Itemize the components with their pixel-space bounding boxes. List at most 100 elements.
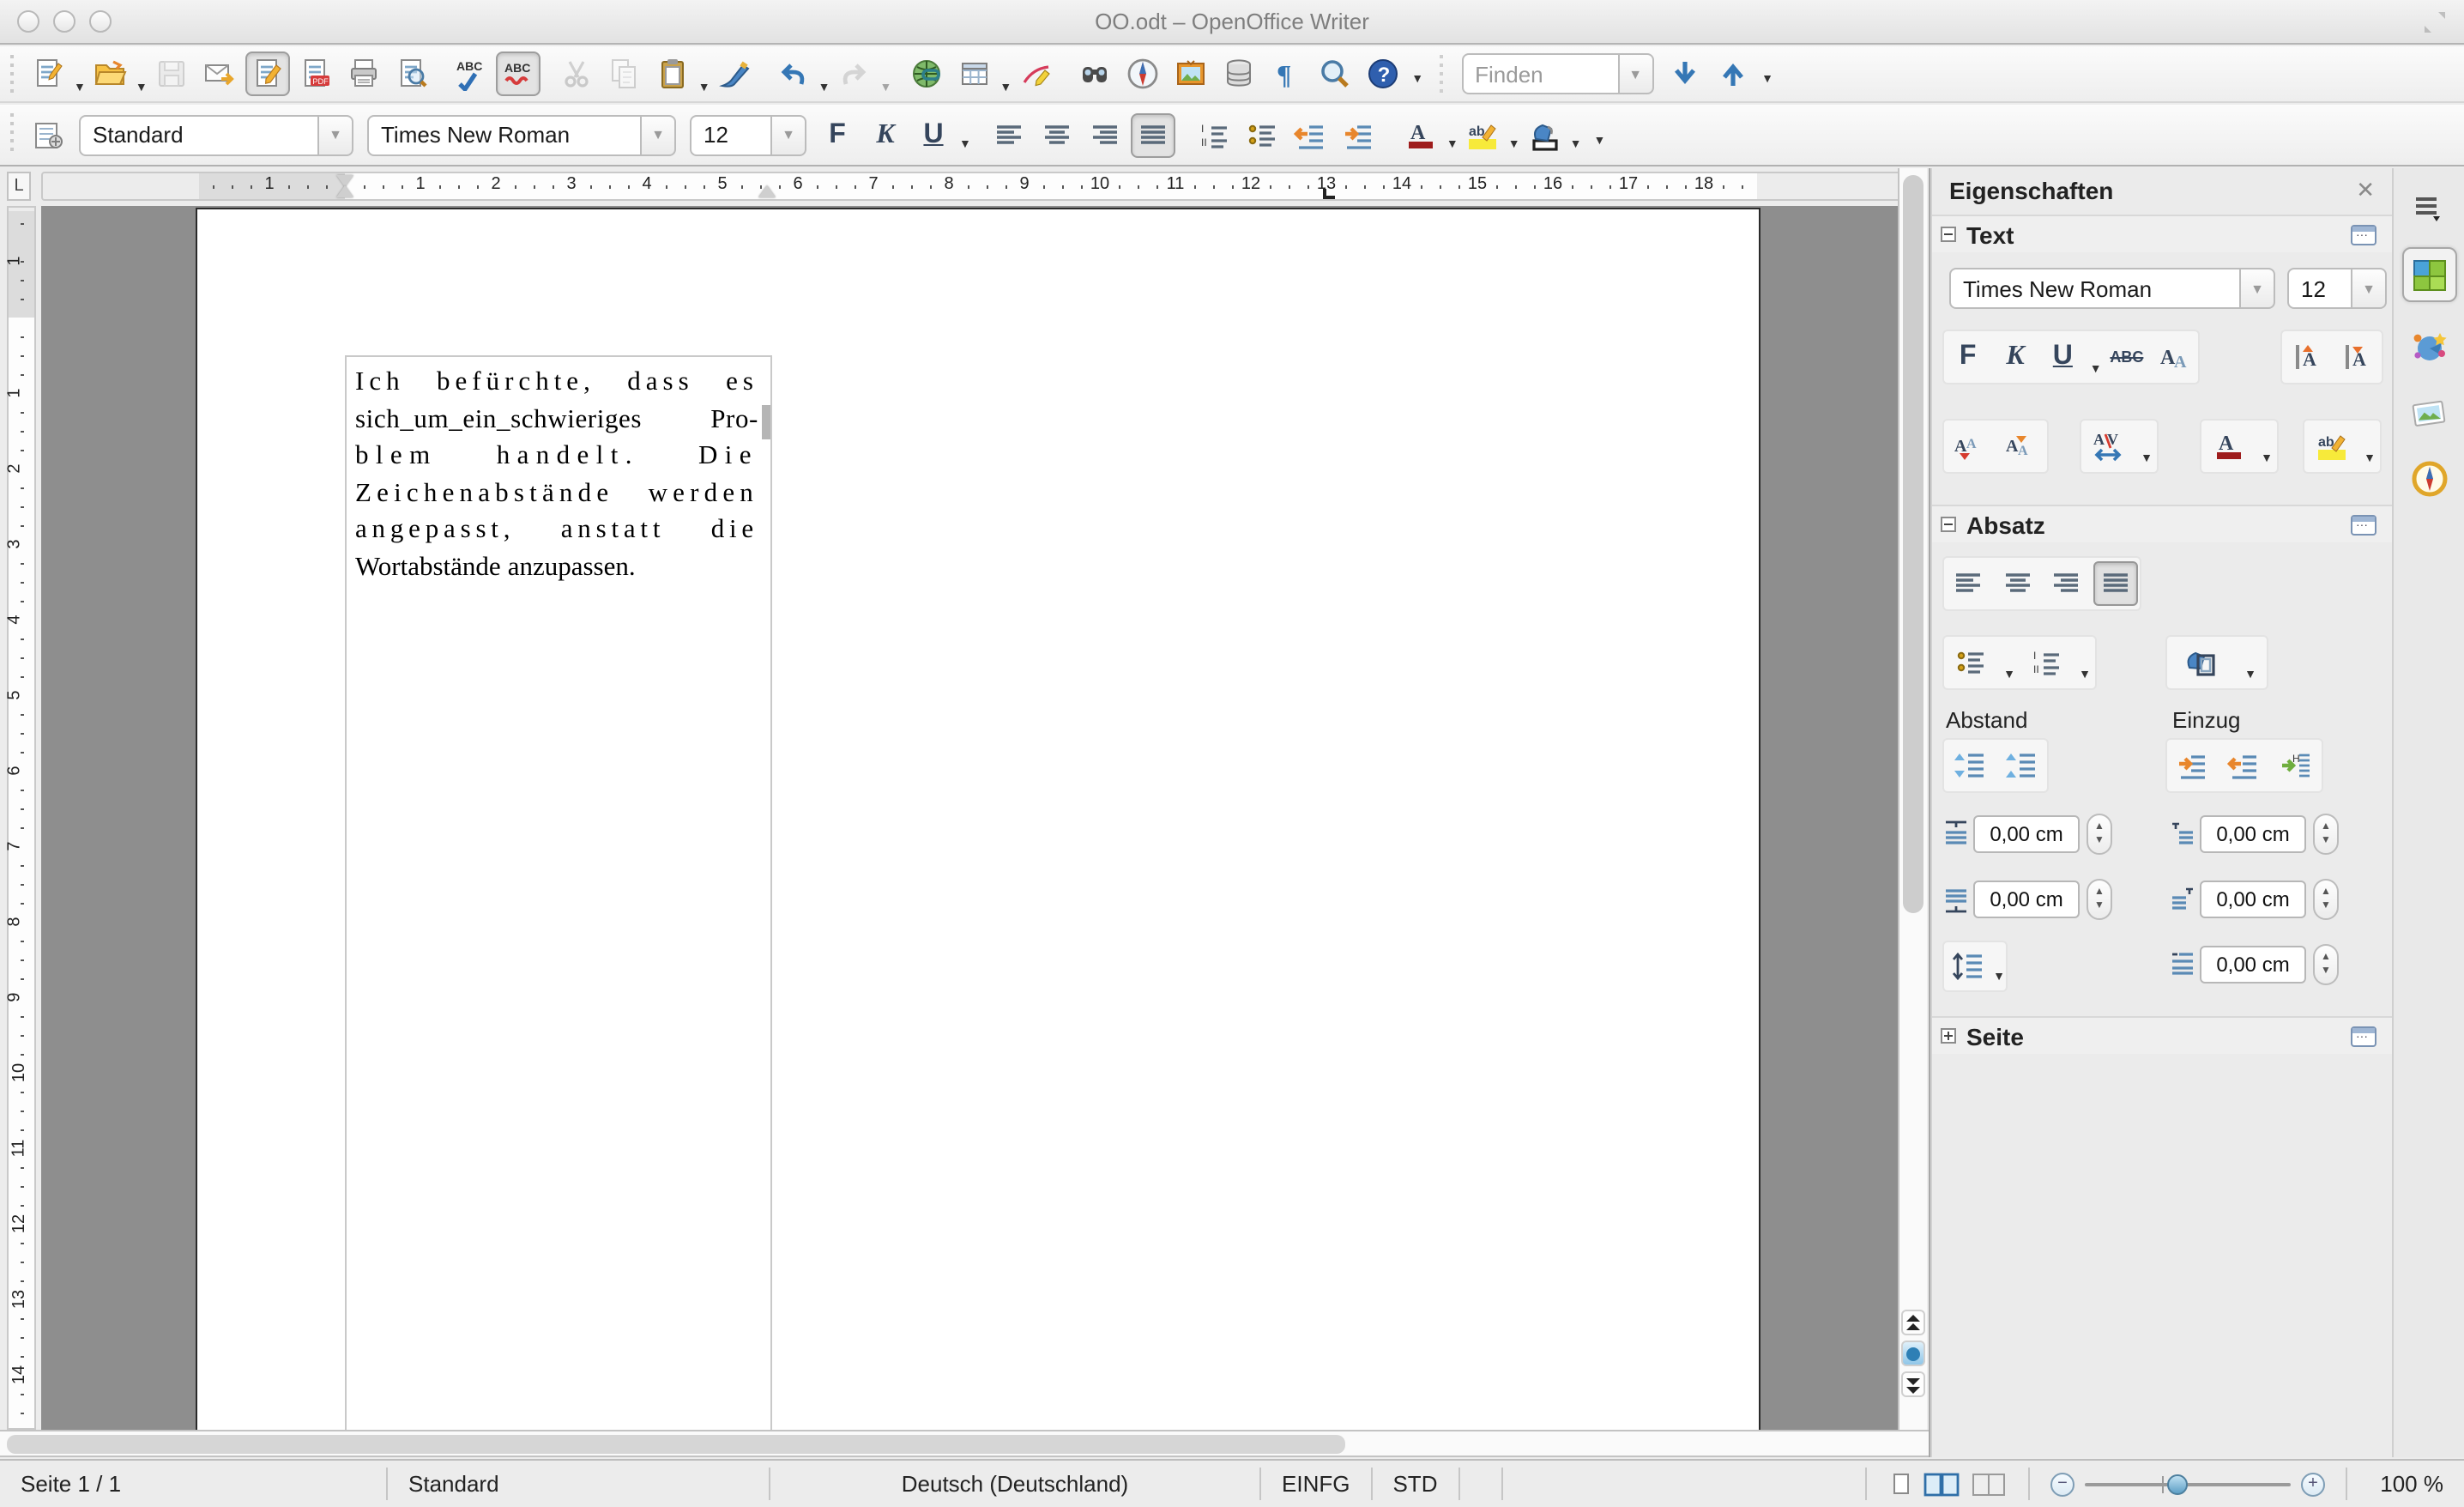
vertical-scrollbar[interactable] (1898, 168, 1927, 1430)
paragraph-style-combobox[interactable]: Standard ▼ (79, 114, 353, 155)
gallery-button[interactable] (1168, 51, 1212, 96)
indent-before-spinner[interactable]: ▲ ▼ (2313, 814, 2339, 855)
font-name-value[interactable]: Times New Roman (367, 114, 642, 155)
multi-page-view-icon[interactable] (1923, 1470, 1961, 1498)
align-justify-button[interactable] (1130, 112, 1175, 157)
sidebar-font-name-value[interactable]: Times New Roman (1949, 268, 2241, 309)
font-size-dropdown-icon[interactable]: ▼ (772, 114, 806, 155)
single-page-view-icon[interactable] (1887, 1470, 1915, 1498)
left-indent-marker[interactable] (336, 185, 353, 197)
ruler-corner-tab-type[interactable]: L (7, 172, 31, 201)
align-right-button[interactable] (2044, 561, 2089, 606)
dropdown-arrow-icon[interactable]: ▼ (1446, 138, 1458, 157)
horizontal-scrollbar[interactable] (0, 1430, 1929, 1457)
underline-button[interactable]: U (911, 112, 956, 157)
dropdown-arrow-icon[interactable]: ▼ (74, 82, 86, 101)
indent-after-spinner[interactable]: ▲ ▼ (2313, 879, 2339, 920)
numbered-list-button[interactable]: I II (1193, 112, 1237, 157)
decrease-spacing-button[interactable] (1999, 743, 2044, 788)
increase-spacing-button[interactable] (1948, 743, 1992, 788)
horizontal-ruler[interactable]: 1 1 2 3 4 5 6 7 8 9 10 11 12 13 14 15 16 17 18 (41, 172, 1901, 201)
navigator-button[interactable] (1120, 51, 1164, 96)
dropdown-arrow-icon[interactable]: ▼ (999, 82, 1012, 101)
vertical-ruler[interactable]: 1 1 2 3 4 5 6 7 8 9 10 11 12 13 14 (6, 206, 36, 1430)
dropdown-arrow-icon[interactable]: ▼ (880, 82, 892, 101)
switch-indent-button[interactable]: H (2274, 743, 2318, 788)
first-line-indent-input[interactable]: 0,00 cm (2200, 946, 2306, 983)
text-line[interactable]: Ich befürchte, dass es (355, 367, 758, 404)
zoom-out-icon[interactable]: − (2050, 1472, 2074, 1496)
decrease-font-size-button[interactable]: A (2334, 335, 2379, 379)
horizontal-scrollbar-thumb[interactable] (7, 1435, 1345, 1454)
toolbar-overflow-icon[interactable]: ▼ (1594, 135, 1606, 154)
toolbar-grip[interactable] (7, 54, 19, 94)
font-name-combobox[interactable]: Times New Roman ▼ (367, 114, 676, 155)
zoom-slider-thumb[interactable] (2167, 1474, 2188, 1494)
highlighting-button[interactable]: ab (1460, 112, 1505, 157)
language-status[interactable]: Deutsch (Deutschland) (770, 1461, 1259, 1507)
insert-mode-status[interactable]: EINFG (1261, 1461, 1370, 1507)
toolbar-overflow-icon[interactable]: ▼ (1411, 74, 1423, 93)
align-justify-button[interactable] (2093, 561, 2138, 606)
zoom-in-icon[interactable]: + (2301, 1472, 2325, 1496)
line-spacing-button[interactable] (1945, 944, 1990, 989)
sidebar-font-size-value[interactable]: 12 (2287, 268, 2352, 309)
lowercase-button[interactable]: AA (1999, 424, 2044, 469)
zoom-percentage[interactable]: 100 % (2347, 1461, 2464, 1507)
dropdown-arrow-icon[interactable]: ▼ (2003, 669, 2015, 688)
italic-button[interactable]: K (863, 112, 908, 157)
edit-file-button[interactable] (245, 51, 290, 96)
print-button[interactable] (341, 51, 386, 96)
collapse-icon[interactable] (1941, 517, 1956, 532)
paragraph-dialog-launcher-icon[interactable] (2351, 514, 2376, 535)
export-pdf-button[interactable]: PDF (293, 51, 338, 96)
increase-indent-button[interactable] (2171, 743, 2215, 788)
dropdown-arrow-icon[interactable]: ▼ (1993, 971, 2005, 990)
paragraph-style-dropdown-icon[interactable]: ▼ (319, 114, 353, 155)
sidebar-font-name-dropdown-icon[interactable]: ▼ (2241, 268, 2275, 309)
dropdown-arrow-icon[interactable]: ▼ (2244, 669, 2256, 688)
paragraph-text[interactable]: Ich befürchte, dass es sich_um_ein_schwierig… (355, 367, 758, 589)
zoom-button[interactable] (1312, 51, 1356, 96)
open-button[interactable] (88, 51, 132, 96)
increase-indent-button[interactable] (1337, 112, 1381, 157)
properties-deck-icon[interactable] (2402, 247, 2457, 302)
section-header-page[interactable]: Seite (1932, 1016, 2392, 1054)
numbered-list-button[interactable]: I II (2024, 640, 2068, 685)
sidebar-menu-icon[interactable] (2402, 182, 2457, 237)
email-document-button[interactable] (197, 51, 242, 96)
collapse-icon[interactable] (1941, 227, 1956, 242)
text-line[interactable]: Wortabstände anzupassen. (355, 552, 758, 589)
align-center-button[interactable] (1996, 561, 2040, 606)
gallery-deck-icon[interactable] (2402, 386, 2457, 441)
tab-stop-marker[interactable] (1323, 189, 1335, 199)
fullscreen-grip-icon[interactable] (2423, 10, 2447, 34)
section-header-text[interactable]: Text (1932, 215, 2392, 252)
page-style-status[interactable]: Standard (388, 1461, 769, 1507)
navigator-deck-icon[interactable] (2402, 451, 2457, 506)
decrease-indent-button[interactable] (2222, 743, 2267, 788)
above-spacing-spinner[interactable]: ▲ ▼ (2087, 814, 2112, 855)
font-size-combobox[interactable]: 12 ▼ (690, 114, 806, 155)
toolbar-grip[interactable] (7, 113, 19, 156)
find-toolbar-overflow-icon[interactable]: ▼ (1761, 74, 1773, 93)
selection-mode-status[interactable]: STD (1372, 1461, 1458, 1507)
change-case-button[interactable]: AA (2152, 335, 2196, 379)
find-replace-button[interactable] (1072, 51, 1116, 96)
draw-functions-button[interactable] (1013, 51, 1058, 96)
text-line[interactable]: blem handelt. Die (355, 441, 758, 478)
text-line[interactable]: angepasst, anstatt die (355, 515, 758, 552)
page-number-status[interactable]: Seite 1 / 1 (0, 1461, 386, 1507)
section-header-paragraph[interactable]: Absatz (1932, 505, 2392, 542)
font-size-value[interactable]: 12 (690, 114, 772, 155)
bullet-list-button[interactable] (1241, 112, 1285, 157)
expand-icon[interactable] (1941, 1028, 1956, 1044)
sidebar-close-icon[interactable]: ✕ (2356, 177, 2375, 204)
below-spacing-spinner[interactable]: ▲ ▼ (2087, 879, 2112, 920)
zoom-slider[interactable] (2085, 1472, 2291, 1496)
find-dropdown-icon[interactable]: ▼ (1619, 53, 1654, 94)
text-dialog-launcher-icon[interactable] (2351, 224, 2376, 245)
bold-button[interactable]: F (1946, 335, 1990, 379)
table-button[interactable] (951, 51, 996, 96)
align-center-button[interactable] (1035, 112, 1079, 157)
